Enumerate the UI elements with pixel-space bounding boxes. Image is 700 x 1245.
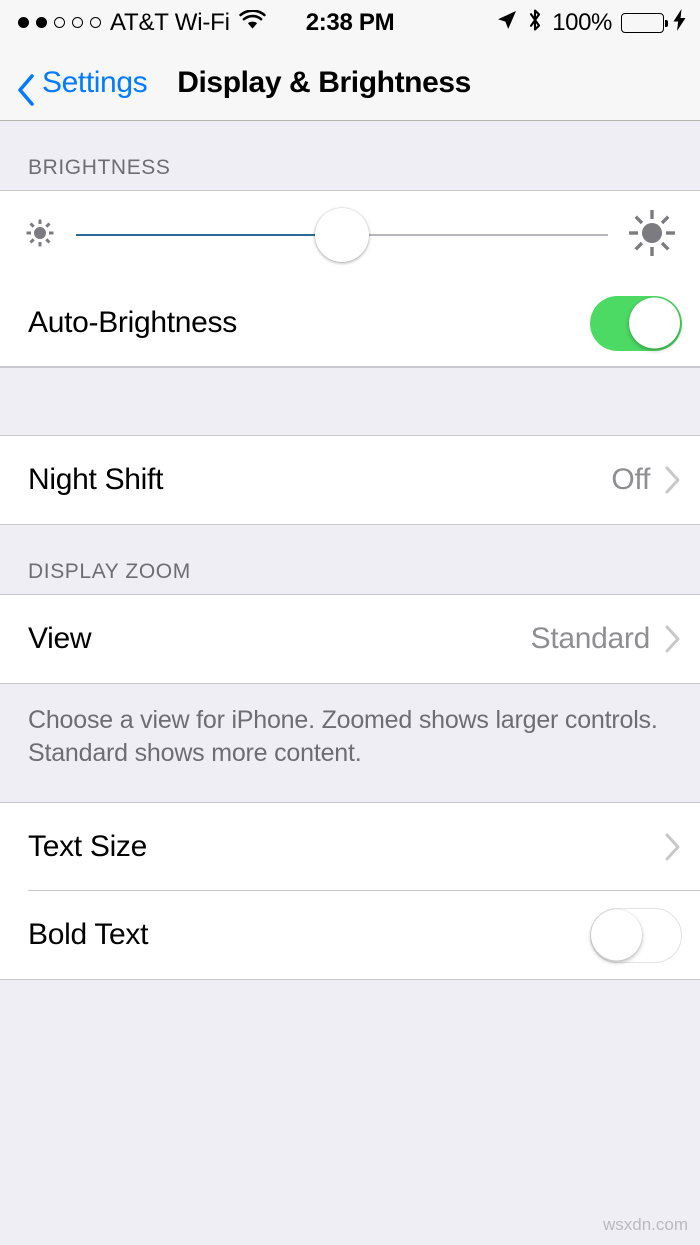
section-header-brightness-label: BRIGHTNESS bbox=[28, 156, 171, 179]
display-zoom-group: View Standard bbox=[0, 594, 700, 684]
section-header-brightness: BRIGHTNESS bbox=[0, 121, 700, 190]
status-bar-right: 100% bbox=[496, 8, 686, 37]
back-button-label: Settings bbox=[42, 65, 148, 99]
bluetooth-icon bbox=[527, 8, 543, 37]
brightness-group: Auto-Brightness bbox=[0, 190, 700, 368]
brightness-slider-row[interactable] bbox=[0, 191, 700, 279]
slider-track-fill bbox=[76, 234, 342, 236]
section-header-display-zoom-label: DISPLAY ZOOM bbox=[28, 560, 191, 583]
chevron-right-icon bbox=[664, 832, 682, 862]
auto-brightness-row[interactable]: Auto-Brightness bbox=[0, 279, 700, 367]
status-bar: AT&T Wi-Fi 2:38 PM 100% bbox=[0, 0, 700, 45]
navigation-bar: Settings Display & Brightness bbox=[0, 45, 700, 121]
night-shift-value: Off bbox=[611, 463, 650, 496]
text-size-row[interactable]: Text Size bbox=[0, 803, 700, 891]
slider-thumb[interactable] bbox=[315, 208, 369, 262]
night-shift-group: Night Shift Off bbox=[0, 435, 700, 525]
toggle-knob bbox=[591, 909, 642, 961]
section-header-display-zoom: DISPLAY ZOOM bbox=[0, 525, 700, 594]
settings-list: BRIGHTNESS Auto-Brightness Night Shift O… bbox=[0, 121, 700, 1245]
bottom-filler bbox=[0, 980, 700, 1210]
auto-brightness-label: Auto-Brightness bbox=[28, 306, 237, 339]
chevron-right-icon bbox=[664, 624, 682, 654]
display-zoom-footer-note: Choose a view for iPhone. Zoomed shows l… bbox=[0, 684, 700, 802]
location-arrow-icon bbox=[496, 9, 518, 36]
auto-brightness-toggle[interactable] bbox=[590, 295, 682, 351]
chevron-right-icon bbox=[664, 465, 682, 495]
section-gap bbox=[0, 368, 700, 435]
chevron-left-icon bbox=[16, 73, 36, 106]
battery-percent-label: 100% bbox=[552, 8, 612, 36]
battery-icon bbox=[621, 12, 668, 33]
sun-large-icon bbox=[626, 207, 678, 264]
toggle-knob bbox=[629, 297, 680, 349]
bold-text-row[interactable]: Bold Text bbox=[0, 891, 700, 979]
sun-small-icon bbox=[22, 215, 58, 256]
bold-text-label: Bold Text bbox=[28, 918, 149, 951]
bold-text-toggle[interactable] bbox=[590, 907, 682, 963]
watermark: wsxdn.com bbox=[602, 1215, 688, 1234]
cell-separator bbox=[0, 366, 700, 367]
lightning-bolt-icon bbox=[673, 9, 686, 36]
text-group: Text Size Bold Text bbox=[0, 802, 700, 980]
back-button[interactable]: Settings bbox=[16, 65, 148, 106]
view-value: Standard bbox=[530, 622, 651, 655]
iphone-settings-screen: AT&T Wi-Fi 2:38 PM 100% Settings Display… bbox=[0, 0, 700, 1245]
view-label: View bbox=[28, 622, 92, 655]
page-title: Display & Brightness bbox=[177, 65, 471, 99]
night-shift-label: Night Shift bbox=[28, 463, 164, 496]
night-shift-row[interactable]: Night Shift Off bbox=[0, 436, 700, 524]
brightness-slider[interactable] bbox=[76, 191, 608, 279]
text-size-label: Text Size bbox=[28, 830, 148, 863]
view-row[interactable]: View Standard bbox=[0, 595, 700, 683]
